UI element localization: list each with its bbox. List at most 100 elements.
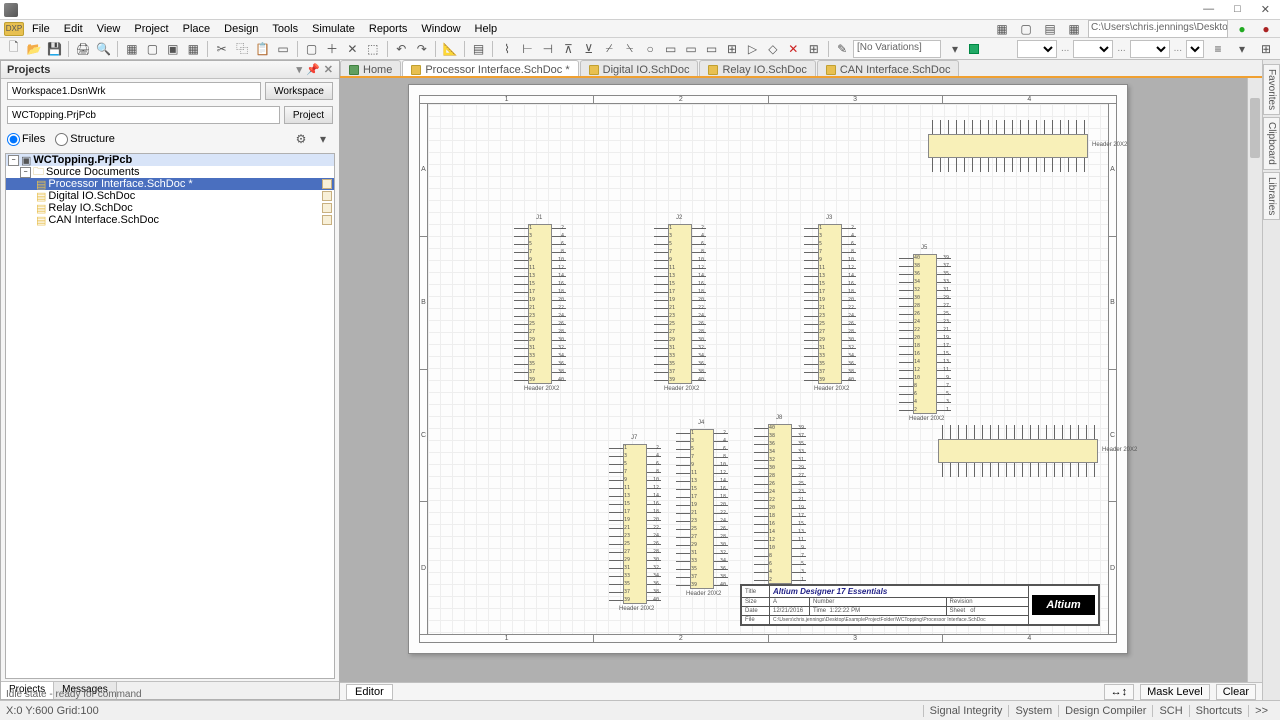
doc-tab[interactable]: Home: [340, 60, 401, 76]
toolbar-button[interactable]: ▦: [122, 40, 141, 58]
menu-edit[interactable]: Edit: [58, 21, 89, 37]
tree-doc-selected[interactable]: ▤ Processor Interface.SchDoc *: [6, 178, 334, 190]
doc-tab[interactable]: Processor Interface.SchDoc *: [402, 60, 578, 76]
tree-doc[interactable]: ▤ Relay IO.SchDoc: [6, 202, 334, 214]
toolbar-button[interactable]: ▾: [1232, 40, 1252, 58]
close-button[interactable]: ✕: [1255, 3, 1276, 16]
toolbar-button[interactable]: ▤: [1040, 20, 1060, 38]
menu-project[interactable]: Project: [128, 21, 174, 37]
tree-folder[interactable]: −🗀 Source Documents: [6, 166, 334, 178]
toolbar-button[interactable]: ⊞: [804, 40, 823, 58]
project-button[interactable]: Project: [284, 106, 333, 124]
open-button[interactable]: 📂: [24, 40, 43, 58]
small-select[interactable]: [1073, 40, 1113, 58]
redo-button[interactable]: ↷: [412, 40, 431, 58]
status-link[interactable]: >>: [1248, 705, 1274, 717]
menu-design[interactable]: Design: [218, 21, 264, 37]
copy-button[interactable]: ⿻: [232, 40, 251, 58]
tree-project-root[interactable]: −▣ WCTopping.PrjPcb: [6, 154, 334, 166]
small-select[interactable]: [1186, 40, 1204, 58]
dxp-button[interactable]: DXP: [4, 22, 24, 36]
structure-radio[interactable]: Structure: [55, 133, 115, 146]
toolbar-button[interactable]: ▭: [661, 40, 680, 58]
workspace-field[interactable]: [7, 82, 261, 100]
toolbar-button[interactable]: ▢: [302, 40, 321, 58]
status-link[interactable]: Design Compiler: [1058, 705, 1152, 717]
panel-close-icon[interactable]: ✕: [324, 63, 333, 76]
small-select[interactable]: [1130, 40, 1170, 58]
files-radio[interactable]: Files: [7, 133, 45, 146]
go-button[interactable]: ●: [1232, 20, 1252, 38]
cut-button[interactable]: ✂: [212, 40, 231, 58]
toolbar-button[interactable]: ▦: [1064, 20, 1084, 38]
project-field[interactable]: [7, 106, 280, 124]
toolbar-button[interactable]: ⊼: [559, 40, 578, 58]
clear-button[interactable]: Clear: [1216, 684, 1256, 700]
toolbar-button[interactable]: ▢: [1016, 20, 1036, 38]
arrows-button[interactable]: ↔↕: [1104, 684, 1135, 700]
toolbar-button[interactable]: ▦: [992, 20, 1012, 38]
toolbar-button[interactable]: ⊻: [579, 40, 598, 58]
save-button[interactable]: 💾: [45, 40, 64, 58]
doc-tab[interactable]: CAN Interface.SchDoc: [817, 60, 960, 76]
menu-view[interactable]: View: [91, 21, 127, 37]
mask-level-button[interactable]: Mask Level: [1140, 684, 1210, 700]
toolbar-button[interactable]: ▭: [273, 40, 292, 58]
toolbar-button[interactable]: ⊞: [1256, 40, 1276, 58]
print-button[interactable]: 🖨: [73, 40, 92, 58]
doc-tab[interactable]: Digital IO.SchDoc: [580, 60, 699, 76]
maximize-button[interactable]: □: [1228, 3, 1247, 16]
toolbar-button[interactable]: ▭: [681, 40, 700, 58]
stop-button[interactable]: ●: [1256, 20, 1276, 38]
paste-button[interactable]: 📋: [253, 40, 272, 58]
toolbar-button[interactable]: ⍀: [620, 40, 639, 58]
toolbar-button[interactable]: ▣: [163, 40, 182, 58]
toolbar-button[interactable]: ⌿: [600, 40, 619, 58]
toolbar-button[interactable]: ▢: [143, 40, 162, 58]
menu-place[interactable]: Place: [177, 21, 217, 37]
toolbar-button[interactable]: ⌇: [497, 40, 516, 58]
toolbar-button[interactable]: ○: [640, 40, 659, 58]
side-tab-libraries[interactable]: Libraries: [1263, 172, 1280, 220]
doc-tab[interactable]: Relay IO.SchDoc: [699, 60, 815, 76]
project-tree[interactable]: −▣ WCTopping.PrjPcb −🗀 Source Documents …: [5, 153, 335, 679]
toolbar-button[interactable]: ≡: [1208, 40, 1228, 58]
tree-doc[interactable]: ▤ Digital IO.SchDoc: [6, 190, 334, 202]
toolbar-button[interactable]: ⬚: [363, 40, 382, 58]
status-link[interactable]: System: [1008, 705, 1058, 717]
toolbar-button[interactable]: ✕: [343, 40, 362, 58]
status-link[interactable]: Shortcuts: [1189, 705, 1248, 717]
menu-window[interactable]: Window: [415, 21, 466, 37]
toolbar-button[interactable]: ▤: [469, 40, 488, 58]
schematic-canvas[interactable]: 1234 1234 ABCD ABCD J1123456789101112131…: [340, 78, 1262, 700]
toolbar-button[interactable]: ✕: [784, 40, 803, 58]
status-link[interactable]: Signal Integrity: [923, 705, 1009, 717]
toolbar-button[interactable]: ▦: [184, 40, 203, 58]
panel-config-button[interactable]: ⚙: [291, 130, 311, 148]
new-button[interactable]: 🗋: [4, 40, 23, 58]
panel-dropdown-button[interactable]: ▾: [313, 130, 333, 148]
panel-dropdown-icon[interactable]: ▾: [297, 63, 303, 76]
workspace-button[interactable]: Workspace: [265, 82, 333, 100]
toolbar-button[interactable]: ▭: [702, 40, 721, 58]
variations-dropdown[interactable]: [No Variations]: [853, 40, 941, 58]
toolbar-button[interactable]: 📐: [440, 40, 459, 58]
undo-button[interactable]: ↶: [392, 40, 411, 58]
panel-pin-icon[interactable]: 📌: [306, 63, 320, 76]
small-select[interactable]: [1017, 40, 1057, 58]
path-field[interactable]: C:\Users\chris.jennings\Desktop\Ex: [1088, 20, 1228, 38]
toolbar-button[interactable]: ⊞: [722, 40, 741, 58]
toolbar-button[interactable]: ⊢: [518, 40, 537, 58]
preview-button[interactable]: 🔍: [94, 40, 113, 58]
editor-tab[interactable]: Editor: [346, 684, 393, 700]
side-tab-clipboard[interactable]: Clipboard: [1263, 117, 1280, 170]
minimize-button[interactable]: —: [1197, 3, 1220, 16]
menu-simulate[interactable]: Simulate: [306, 21, 361, 37]
toolbar-button[interactable]: ⊣: [538, 40, 557, 58]
vertical-scrollbar[interactable]: [1247, 78, 1262, 682]
menu-help[interactable]: Help: [469, 21, 504, 37]
menu-reports[interactable]: Reports: [363, 21, 414, 37]
toolbar-button[interactable]: ◇: [763, 40, 782, 58]
toolbar-button[interactable]: ▾: [945, 40, 965, 58]
toolbar-button[interactable]: ＋: [322, 40, 341, 58]
